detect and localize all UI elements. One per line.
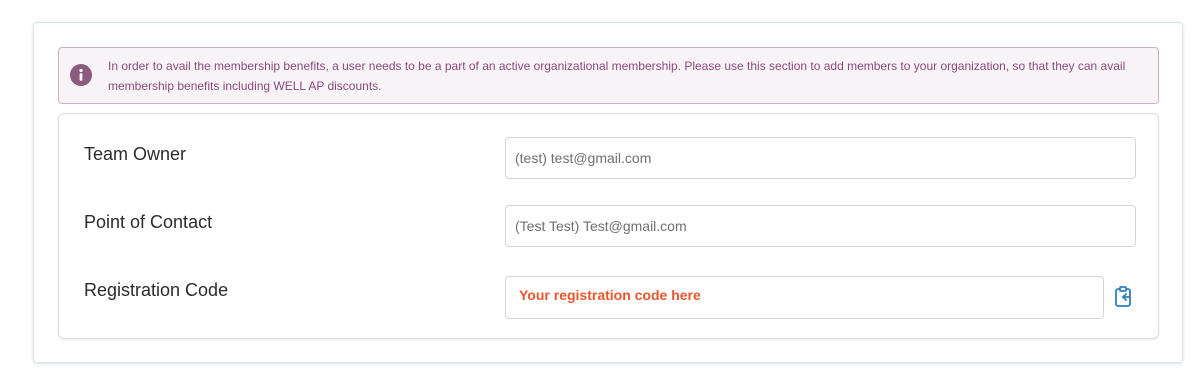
registration-code-value: Your registration code here xyxy=(519,287,701,303)
point-of-contact-field[interactable] xyxy=(505,205,1136,247)
registration-code-label: Registration Code xyxy=(84,280,229,300)
registration-code-field[interactable]: Your registration code here xyxy=(505,276,1104,319)
team-owner-field[interactable] xyxy=(505,137,1136,179)
team-owner-label: Team Owner xyxy=(84,144,187,164)
membership-info-alert: In order to avail the membership benefit… xyxy=(58,47,1159,104)
clipboard-copy-icon[interactable] xyxy=(1113,285,1135,309)
point-of-contact-label: Point of Contact xyxy=(84,212,213,232)
team-form-card: Team Owner Point of Contact Registration… xyxy=(58,113,1159,339)
membership-info-text: In order to avail the membership benefit… xyxy=(108,59,1126,93)
info-icon xyxy=(70,64,92,86)
